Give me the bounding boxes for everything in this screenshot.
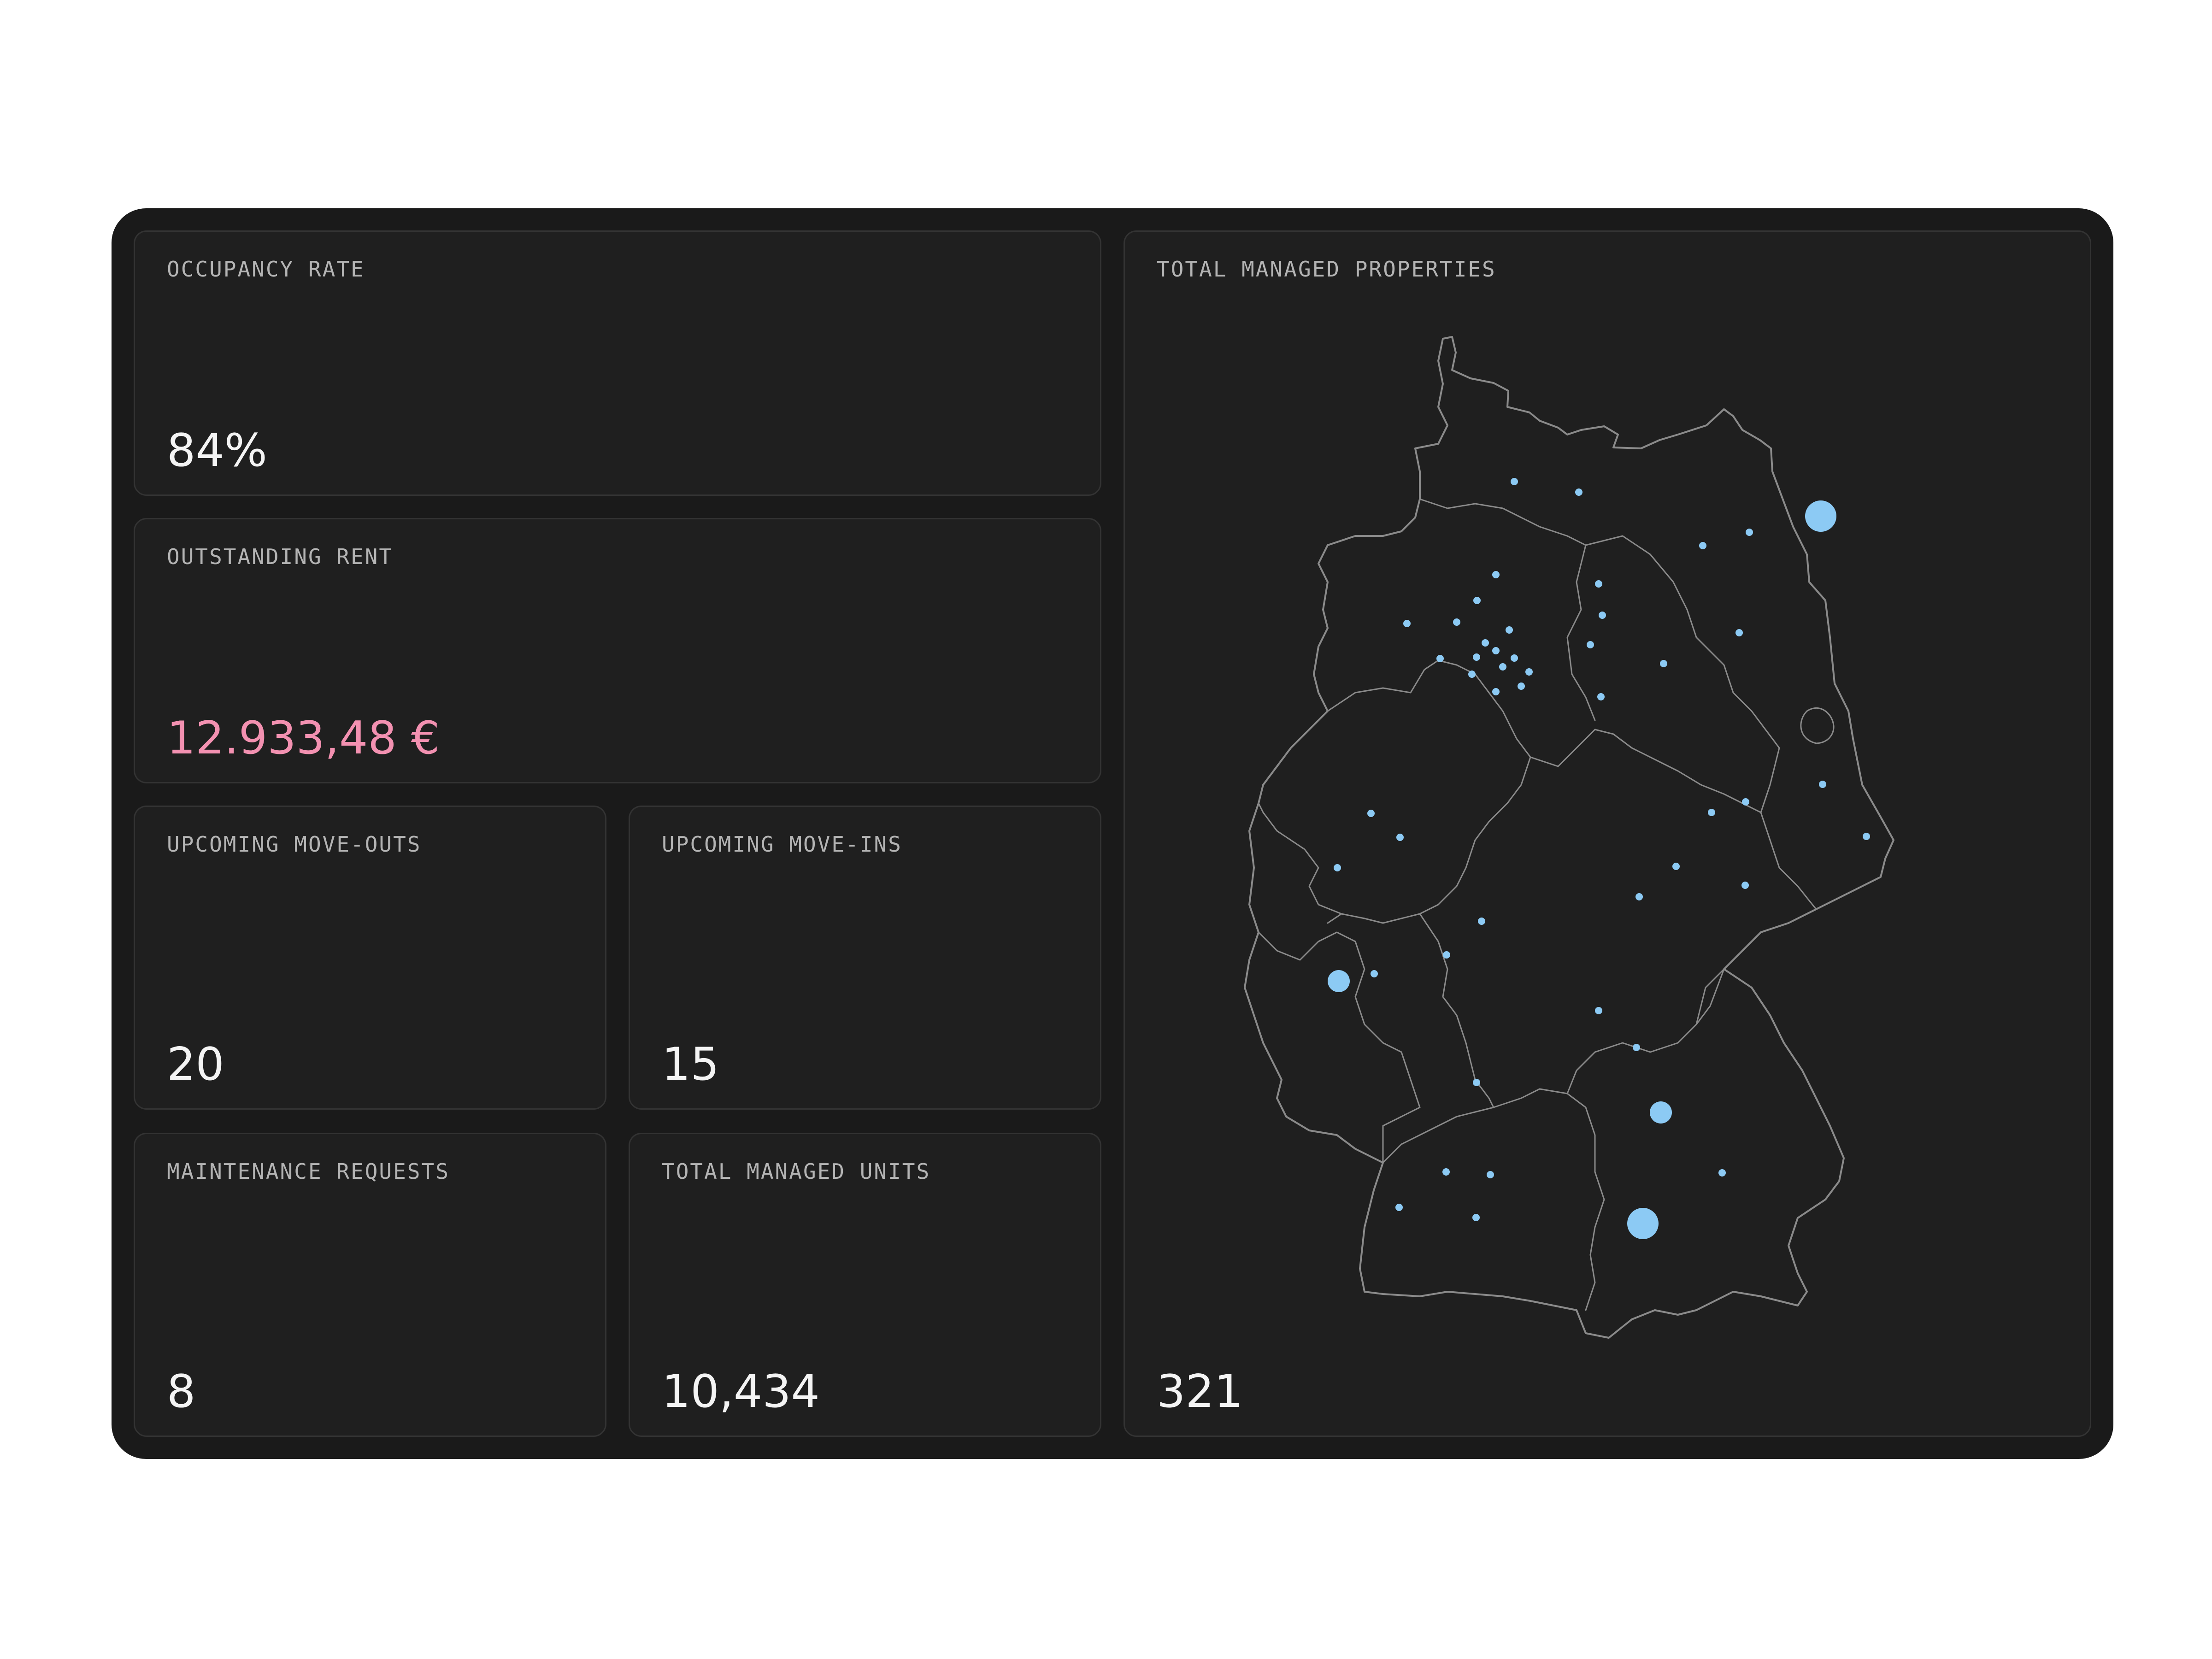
total-managed-properties-card[interactable]: TOTAL MANAGED PROPERTIES 321: [1124, 230, 2091, 1437]
occupancy-rate-value: 84%: [167, 424, 267, 477]
property-marker[interactable]: [1453, 618, 1460, 626]
property-marker-large[interactable]: [1805, 500, 1836, 532]
outstanding-rent-value: 12.933,48 €: [167, 712, 440, 765]
property-marker[interactable]: [1718, 1169, 1726, 1177]
property-marker[interactable]: [1672, 863, 1680, 870]
property-marker-large[interactable]: [1627, 1208, 1659, 1239]
property-marker[interactable]: [1575, 488, 1583, 496]
maintenance-requests-card[interactable]: MAINTENANCE REQUESTS 8: [134, 1133, 606, 1437]
property-marker[interactable]: [1633, 1044, 1640, 1051]
property-marker[interactable]: [1403, 620, 1411, 627]
total-managed-units-label: TOTAL MANAGED UNITS: [662, 1159, 931, 1184]
property-marker[interactable]: [1442, 1168, 1450, 1176]
property-marker[interactable]: [1506, 626, 1513, 634]
property-marker[interactable]: [1473, 597, 1481, 604]
dashboard-panel: OCCUPANCY RATE 84% OUTSTANDING RENT 12.9…: [112, 208, 2113, 1459]
property-marker-large[interactable]: [1650, 1101, 1672, 1124]
outstanding-rent-label: OUTSTANDING RENT: [167, 544, 394, 569]
property-marker[interactable]: [1746, 529, 1753, 536]
upcoming-move-outs-label: UPCOMING MOVE-OUTS: [167, 832, 422, 857]
country-outline: [1244, 336, 1894, 1339]
property-marker[interactable]: [1473, 653, 1480, 661]
occupancy-rate-label: OCCUPANCY RATE: [167, 257, 365, 282]
property-marker[interactable]: [1492, 647, 1500, 654]
property-marker[interactable]: [1478, 918, 1485, 925]
upcoming-move-outs-value: 20: [167, 1038, 224, 1091]
property-marker[interactable]: [1595, 1007, 1602, 1014]
property-marker[interactable]: [1511, 654, 1518, 662]
property-marker[interactable]: [1595, 580, 1602, 588]
upcoming-move-ins-card[interactable]: UPCOMING MOVE-INS 15: [629, 806, 1101, 1110]
property-marker[interactable]: [1708, 809, 1715, 816]
property-marker[interactable]: [1518, 682, 1525, 690]
property-marker[interactable]: [1742, 798, 1749, 806]
property-marker[interactable]: [1499, 663, 1506, 671]
property-marker[interactable]: [1741, 882, 1749, 889]
state-borders: [1258, 498, 1835, 1311]
property-marker[interactable]: [1587, 641, 1594, 648]
upcoming-move-outs-card[interactable]: UPCOMING MOVE-OUTS 20: [134, 806, 606, 1110]
property-marker[interactable]: [1371, 970, 1378, 977]
total-managed-units-value: 10,434: [662, 1365, 820, 1418]
total-managed-units-card[interactable]: TOTAL MANAGED UNITS 10,434: [629, 1133, 1101, 1437]
upcoming-move-ins-label: UPCOMING MOVE-INS: [662, 832, 902, 857]
total-managed-properties-value: 321: [1157, 1365, 1243, 1418]
property-marker[interactable]: [1443, 951, 1450, 959]
property-marker[interactable]: [1597, 693, 1605, 700]
property-marker-large[interactable]: [1328, 970, 1350, 992]
property-markers: [1328, 478, 1870, 1239]
outstanding-rent-card[interactable]: OUTSTANDING RENT 12.933,48 €: [134, 518, 1101, 783]
maintenance-requests-value: 8: [167, 1365, 196, 1418]
property-marker[interactable]: [1468, 671, 1476, 678]
property-marker[interactable]: [1735, 629, 1743, 636]
property-marker[interactable]: [1863, 833, 1870, 840]
property-marker[interactable]: [1599, 612, 1606, 619]
property-marker[interactable]: [1482, 639, 1489, 647]
property-marker[interactable]: [1819, 781, 1826, 788]
property-marker[interactable]: [1511, 478, 1518, 485]
property-marker[interactable]: [1525, 668, 1533, 676]
property-marker[interactable]: [1492, 688, 1500, 695]
property-marker[interactable]: [1635, 893, 1643, 900]
upcoming-move-ins-value: 15: [662, 1038, 719, 1091]
germany-properties-map[interactable]: [1125, 232, 2093, 1438]
property-marker[interactable]: [1472, 1214, 1480, 1221]
property-marker[interactable]: [1334, 864, 1341, 871]
property-marker[interactable]: [1473, 1079, 1480, 1086]
property-marker[interactable]: [1660, 660, 1667, 667]
property-marker[interactable]: [1436, 655, 1444, 662]
property-marker[interactable]: [1487, 1171, 1494, 1178]
occupancy-rate-card[interactable]: OCCUPANCY RATE 84%: [134, 230, 1101, 496]
property-marker[interactable]: [1492, 571, 1500, 578]
property-marker[interactable]: [1395, 1204, 1403, 1211]
maintenance-requests-label: MAINTENANCE REQUESTS: [167, 1159, 450, 1184]
property-marker[interactable]: [1396, 834, 1404, 841]
total-managed-properties-label: TOTAL MANAGED PROPERTIES: [1157, 257, 1496, 282]
property-marker[interactable]: [1699, 542, 1706, 549]
property-marker[interactable]: [1367, 810, 1375, 817]
